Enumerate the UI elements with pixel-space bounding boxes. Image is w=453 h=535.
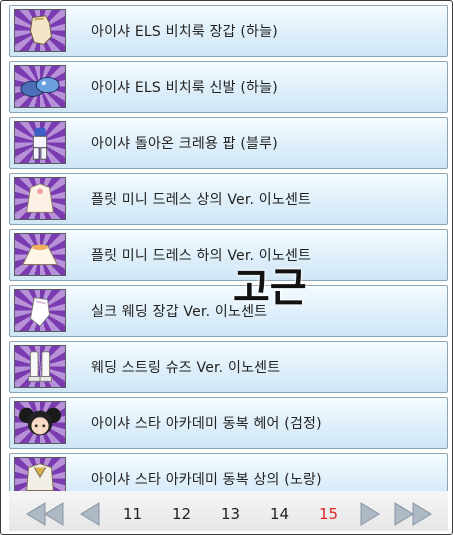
- list-item[interactable]: 아이샤 스타 아카데미 동복 헤어 (검정): [9, 397, 448, 449]
- page-13[interactable]: 13: [221, 505, 240, 523]
- double-left-arrow-icon[interactable]: [23, 501, 67, 527]
- list-item[interactable]: 아이샤 돌아온 크레용 팝 (블루): [9, 117, 448, 169]
- list-item[interactable]: 아이샤 ELS 비치룩 장갑 (하늘): [9, 5, 448, 57]
- page-12[interactable]: 12: [172, 505, 191, 523]
- list-item[interactable]: 플릿 미니 드레스 상의 Ver. 이노센트: [9, 173, 448, 225]
- silk-glove-icon: [14, 289, 66, 332]
- sandals-icon: [14, 65, 66, 108]
- list-item[interactable]: 플릿 미니 드레스 하의 Ver. 이노센트: [9, 229, 448, 281]
- item-label: 아이샤 스타 아카데미 동복 상의 (노랑): [91, 472, 322, 488]
- list-item[interactable]: 웨딩 스트링 슈즈 Ver. 이노센트: [9, 341, 448, 393]
- right-arrow-icon[interactable]: [357, 501, 383, 527]
- item-label: 플릿 미니 드레스 상의 Ver. 이노센트: [91, 192, 312, 208]
- double-right-arrow-icon[interactable]: [391, 501, 435, 527]
- page-11[interactable]: 11: [123, 505, 142, 523]
- page-14[interactable]: 14: [270, 505, 289, 523]
- list-item[interactable]: 아이샤 ELS 비치룩 신발 (하늘): [9, 61, 448, 113]
- item-label: 아이샤 스타 아카데미 동복 헤어 (검정): [91, 416, 322, 432]
- glove-icon: [14, 9, 66, 52]
- item-label: 아이샤 ELS 비치룩 장갑 (하늘): [91, 24, 278, 40]
- item-list-panel: 아이샤 ELS 비치룩 장갑 (하늘) 아이샤 ELS 비치룩 신발 (하늘) …: [0, 0, 453, 535]
- left-arrow-icon[interactable]: [77, 501, 103, 527]
- item-label: 아이샤 ELS 비치룩 신발 (하늘): [91, 80, 278, 96]
- hair-icon: [14, 401, 66, 444]
- pagination: 11 12 13 14 15: [9, 491, 448, 531]
- boots-icon: [14, 345, 66, 388]
- item-label: 아이샤 돌아온 크레용 팝 (블루): [91, 136, 278, 152]
- dress-skirt-icon: [14, 233, 66, 276]
- item-list: 아이샤 ELS 비치룩 장갑 (하늘) 아이샤 ELS 비치룩 신발 (하늘) …: [9, 5, 448, 509]
- item-label: 웨딩 스트링 슈즈 Ver. 이노센트: [91, 360, 281, 376]
- list-item[interactable]: 실크 웨딩 장갑 Ver. 이노센트: [9, 285, 448, 337]
- dress-top-icon: [14, 177, 66, 220]
- page-15-current[interactable]: 15: [319, 505, 338, 523]
- item-label: 실크 웨딩 장갑 Ver. 이노센트: [91, 304, 268, 320]
- item-label: 플릿 미니 드레스 하의 Ver. 이노센트: [91, 248, 312, 264]
- outfit-icon: [14, 121, 66, 164]
